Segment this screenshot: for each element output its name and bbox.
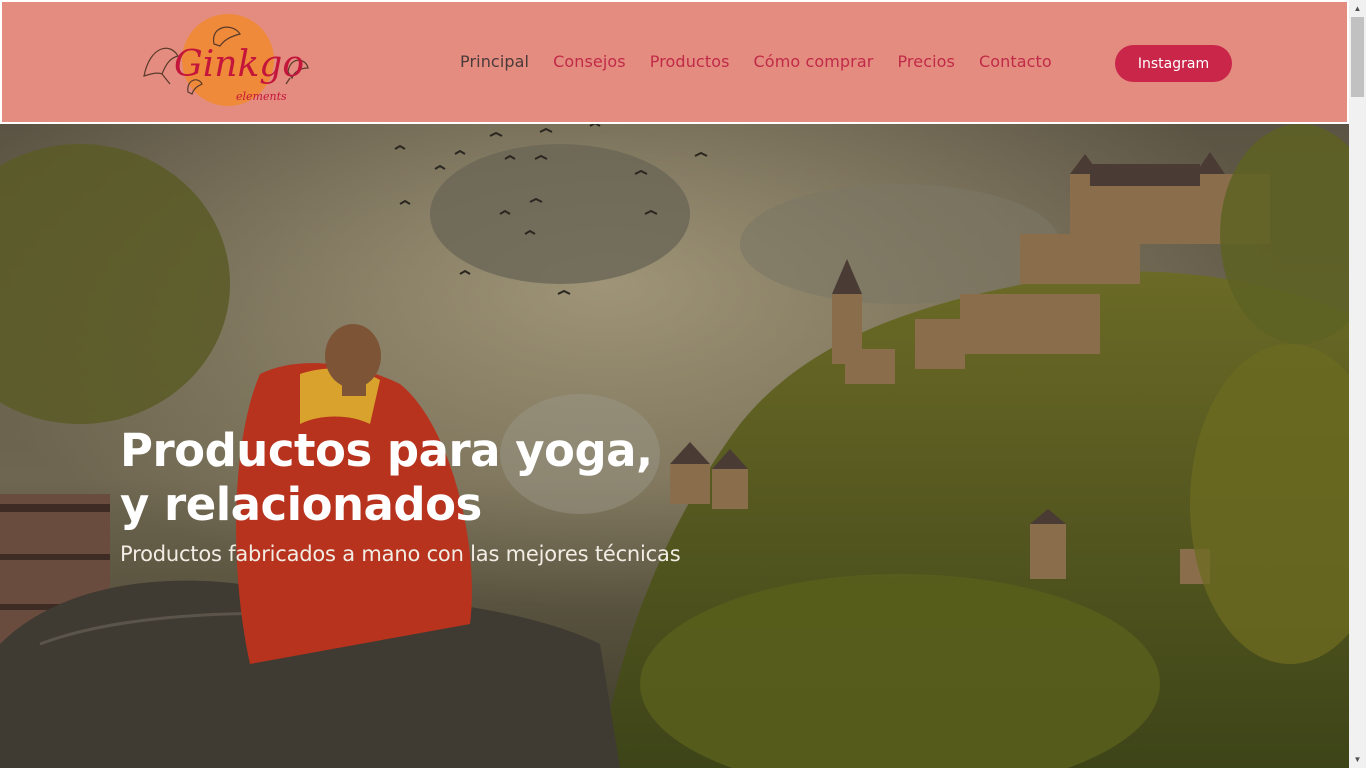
site-header: Ginkgo elements Principal Consejos Produ… xyxy=(0,0,1349,124)
nav-link-como-comprar[interactable]: Cómo comprar xyxy=(754,52,874,71)
svg-text:Ginkgo: Ginkgo xyxy=(174,44,304,85)
ginkgo-logo[interactable]: Ginkgo elements xyxy=(140,14,310,110)
hero-subtitle: Productos fabricados a mano con las mejo… xyxy=(120,542,681,566)
ginkgo-logo-icon: Ginkgo elements xyxy=(143,14,309,106)
nav-link-precios[interactable]: Precios xyxy=(897,52,955,71)
nav-link-contacto[interactable]: Contacto xyxy=(979,52,1052,71)
nav-link-principal[interactable]: Principal xyxy=(460,52,529,71)
hero-section: Productos para yoga, y relacionados Prod… xyxy=(0,124,1349,768)
instagram-button[interactable]: Instagram xyxy=(1115,45,1232,82)
hero-title-line-1: Productos para yoga, xyxy=(120,424,653,477)
scroll-down-arrow-icon[interactable]: ▼ xyxy=(1349,751,1366,768)
hero-text-block: Productos para yoga, y relacionados Prod… xyxy=(120,424,681,566)
nav-link-consejos[interactable]: Consejos xyxy=(553,52,626,71)
hero-title: Productos para yoga, y relacionados xyxy=(120,424,680,532)
scrollbar-thumb[interactable] xyxy=(1351,17,1364,97)
nav-link-productos[interactable]: Productos xyxy=(650,52,730,71)
page-scrollbar[interactable]: ▲ ▼ xyxy=(1349,0,1366,768)
main-nav: Principal Consejos Productos Cómo compra… xyxy=(460,52,1076,71)
hero-title-line-2: y relacionados xyxy=(120,478,482,531)
scroll-up-arrow-icon[interactable]: ▲ xyxy=(1349,0,1366,17)
svg-text:elements: elements xyxy=(236,90,287,103)
